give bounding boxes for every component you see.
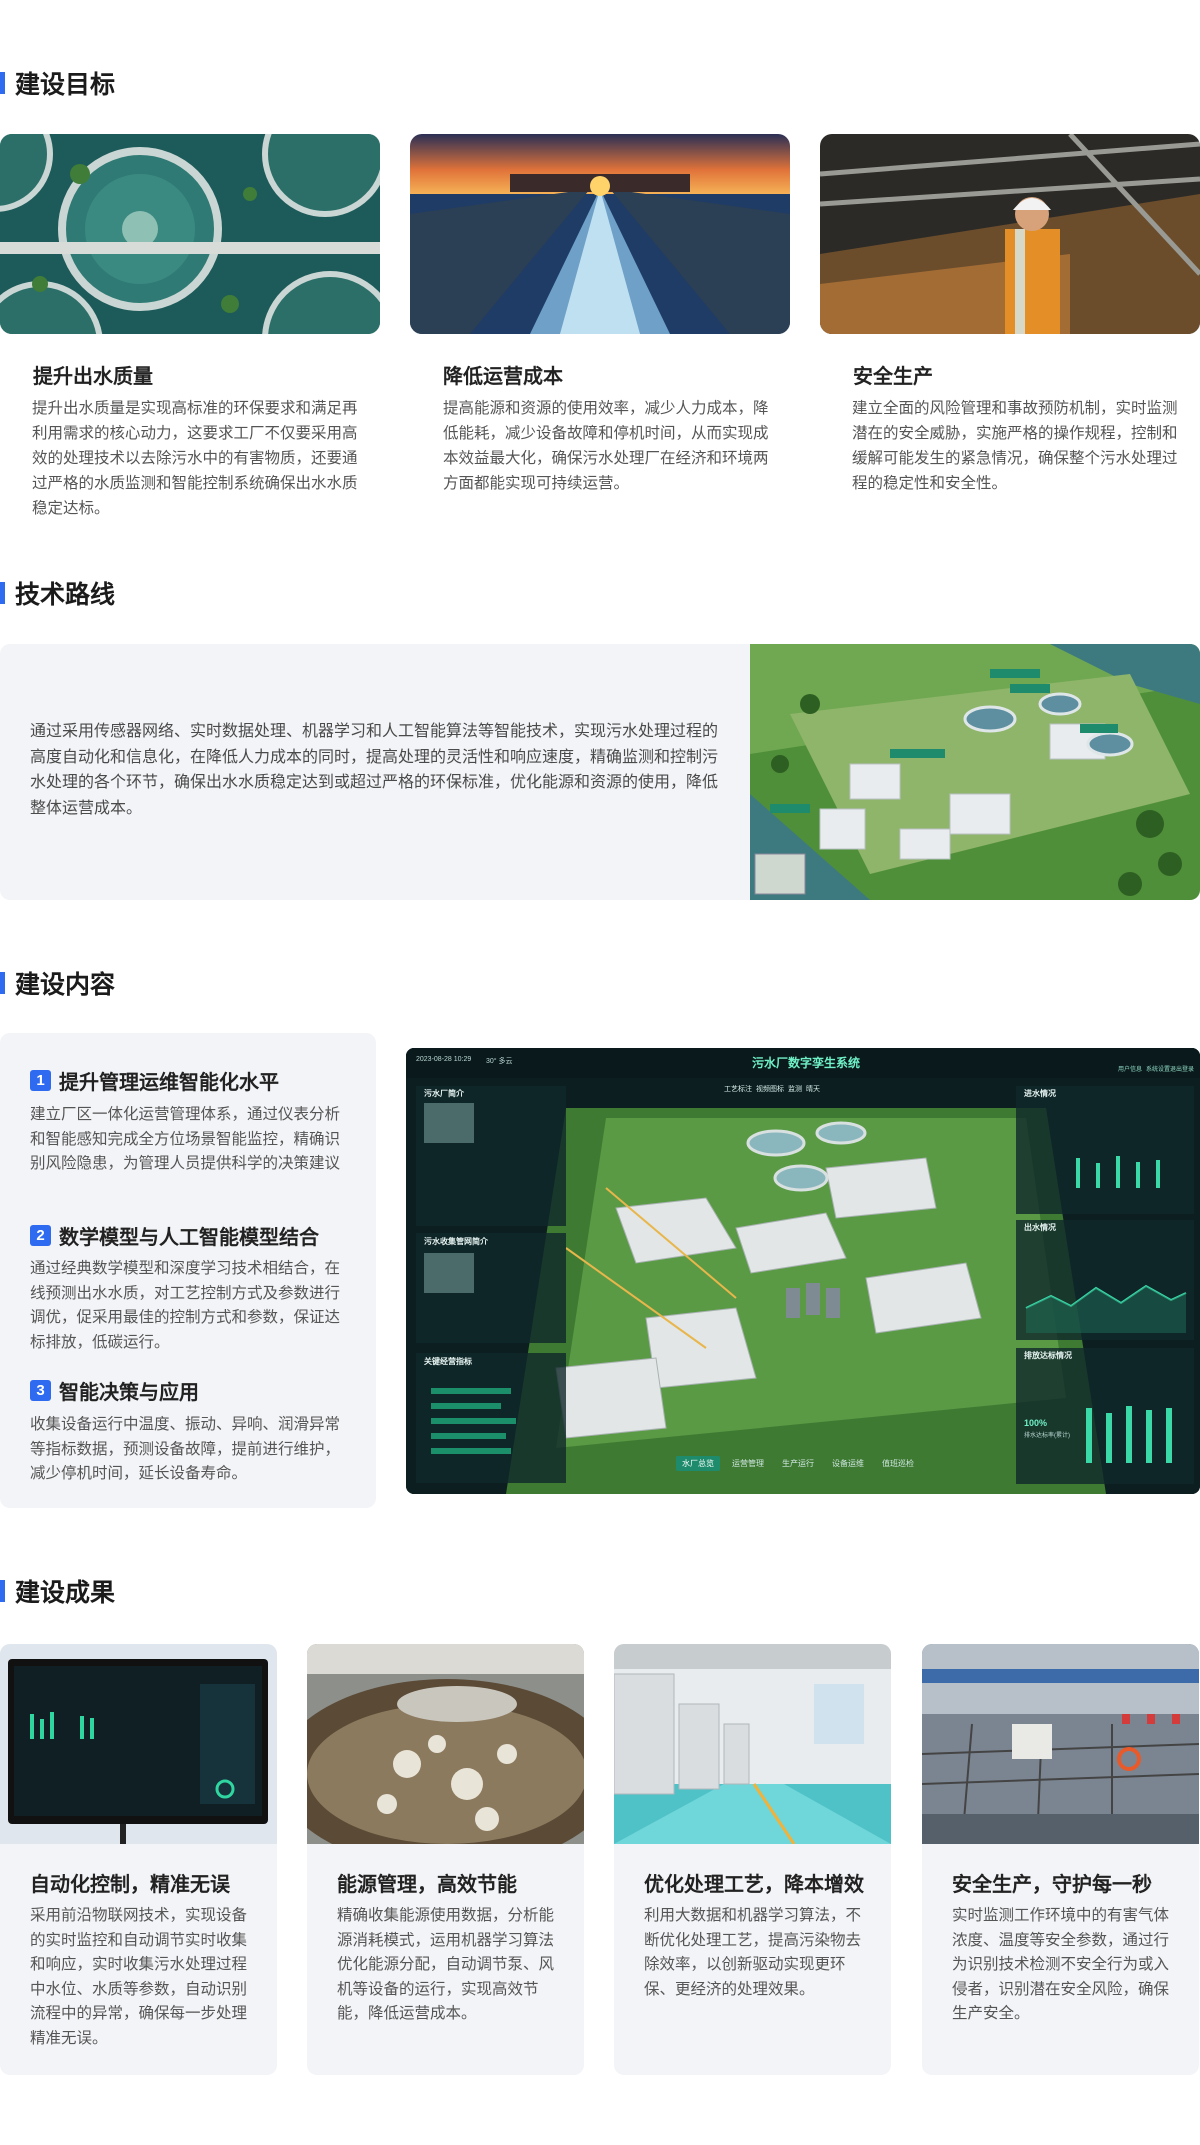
result-image-control-room bbox=[614, 1644, 891, 1845]
panel-title-intro: 污水厂简介 bbox=[424, 1089, 464, 1098]
panel-title-outflow: 出水情况 bbox=[1024, 1223, 1056, 1232]
tab-operation[interactable]: 运营管理 bbox=[726, 1456, 770, 1471]
route-panel: 通过采用传感器网络、实时数据处理、机器学习和人工智能算法等智能技术，实现污水处理… bbox=[0, 644, 1200, 900]
route-3d-plant-image bbox=[750, 644, 1200, 900]
content-panel: 1 提升管理运维智能化水平 建立厂区一体化运营管理体系，通过仪表分析和智能感知完成… bbox=[0, 1033, 376, 1508]
result-image-aeration-tank bbox=[307, 1644, 584, 1869]
system-settings-button[interactable]: 系统设置 bbox=[1146, 1064, 1170, 1073]
content-item-label: 智能决策与应用 bbox=[59, 1382, 199, 1404]
dashboard-weather: 30° 多云 bbox=[486, 1058, 513, 1065]
weather-select[interactable]: 晴天 bbox=[806, 1084, 820, 1094]
result-text: 利用大数据和机器学习算法，不断优化处理工艺，提高污染物去除效率，以创新驱动实现更… bbox=[644, 1907, 862, 1998]
result-title: 能源管理，高效节能 bbox=[337, 1874, 517, 1896]
toggle-video-icon[interactable]: 视频图标 bbox=[756, 1084, 784, 1094]
content-item-text: 建立厂区一体化运营管理体系，通过仪表分析和智能感知完成全方位场景智能监控，精确识… bbox=[30, 1106, 341, 1172]
result-text: 采用前沿物联网技术，实现设备的实时监控和自动调节实时收集和响应，实时收集污水处理… bbox=[30, 1907, 248, 2047]
result-card: 安全生产，守护每一秒 实时监测工作环境中的有害气体浓度、温度等安全参数，通过行为… bbox=[922, 1644, 1199, 2075]
tab-maintenance[interactable]: 设备运维 bbox=[826, 1456, 870, 1471]
section-title-route: 技术路线 bbox=[0, 578, 115, 609]
result-text: 实时监测工作环境中的有害气体浓度、温度等安全参数，通过行为识别技术检测不安全行为… bbox=[952, 1907, 1170, 2022]
goal-text: 建立全面的风险管理和事故预防机制，实时监测潜在的安全威胁，实施严格的操作规程，控… bbox=[852, 400, 1178, 492]
goal-title: 降低运营成本 bbox=[443, 366, 563, 388]
toggle-monitor[interactable]: 监测 bbox=[788, 1084, 802, 1094]
discharge-label: 排水达标率(累计) bbox=[1024, 1433, 1070, 1439]
tab-overview[interactable]: 水厂总览 bbox=[676, 1456, 720, 1471]
content-item-text: 收集设备运行中温度、振动、异响、润滑异常等指标数据，预测设备故障，提前进行维护，… bbox=[30, 1416, 341, 1482]
panel-title-discharge: 排放达标情况 bbox=[1024, 1351, 1072, 1360]
toggle-process-label[interactable]: 工艺标注 bbox=[724, 1084, 752, 1094]
panel-title-network: 污水收集管网简介 bbox=[424, 1237, 488, 1246]
panel-title-indicators: 关键经营指标 bbox=[424, 1357, 472, 1366]
result-card: 优化处理工艺，降本增效 利用大数据和机器学习算法，不断优化处理工艺，提高污染物去… bbox=[614, 1644, 891, 2075]
goal-text: 提高能源和资源的使用效率，减少人力成本，降低能耗，减少设备故障和停机时间，从而实… bbox=[443, 400, 769, 492]
number-badge: 2 bbox=[30, 1225, 51, 1246]
logout-button[interactable]: 退出登录 bbox=[1170, 1064, 1194, 1073]
dashboard-datetime: 2023-08-28 10:29 bbox=[416, 1056, 472, 1063]
user-info-button[interactable]: 用户信息 bbox=[1118, 1064, 1142, 1073]
result-card: 能源管理，高效节能 精确收集能源使用数据，分析能源消耗模式，运用机器学习算法优化… bbox=[307, 1644, 584, 2075]
result-card: 自动化控制，精准无误 采用前沿物联网技术，实现设备的实时监控和自动调节实时收集和… bbox=[0, 1644, 277, 2075]
digital-twin-dashboard: 污水厂数字孪生系统 2023-08-28 10:29 30° 多云 用户信息 系… bbox=[406, 1048, 1200, 1494]
content-item-label: 提升管理运维智能化水平 bbox=[59, 1072, 279, 1094]
goal-title: 安全生产 bbox=[853, 366, 933, 388]
number-badge: 3 bbox=[30, 1380, 51, 1401]
goal-title: 提升出水质量 bbox=[33, 366, 153, 388]
dashboard-tabs: 水厂总览 运营管理 生产运行 设备运维 值班巡检 bbox=[676, 1456, 920, 1471]
goal-text: 提升出水质量是实现高标准的环保要求和满足再利用需求的核心动力，这要求工厂不仅要采… bbox=[32, 400, 358, 517]
content-item-title: 3 智能决策与应用 bbox=[30, 1376, 199, 1405]
tab-production[interactable]: 生产运行 bbox=[776, 1456, 820, 1471]
result-title: 安全生产，守护每一秒 bbox=[952, 1874, 1152, 1896]
discharge-value: 100% bbox=[1024, 1418, 1048, 1428]
route-text: 通过采用传感器网络、实时数据处理、机器学习和人工智能算法等智能技术，实现污水处理… bbox=[30, 723, 719, 817]
result-title: 优化处理工艺，降本增效 bbox=[644, 1874, 864, 1896]
panel-title-inflow: 进水情况 bbox=[1024, 1089, 1056, 1098]
result-title: 自动化控制，精准无误 bbox=[30, 1874, 230, 1896]
content-item-text: 通过经典数学模型和深度学习技术相结合，在线预测出水水质，对工艺控制方式及参数进行… bbox=[30, 1260, 341, 1351]
content-item-title: 1 提升管理运维智能化水平 bbox=[30, 1066, 279, 1095]
goal-image-safety bbox=[820, 134, 1200, 334]
content-item-title: 2 数学模型与人工智能模型结合 bbox=[30, 1221, 319, 1250]
goal-image-water-quality bbox=[0, 134, 380, 334]
dashboard-title: 污水厂数字孪生系统 bbox=[751, 1056, 860, 1070]
content-item-label: 数学模型与人工智能模型结合 bbox=[59, 1227, 319, 1249]
number-badge: 1 bbox=[30, 1070, 51, 1091]
result-image-plant-hall bbox=[922, 1644, 1199, 1845]
tab-patrol[interactable]: 值班巡检 bbox=[876, 1456, 920, 1471]
section-title-results: 建设成果 bbox=[0, 1576, 115, 1607]
result-text: 精确收集能源使用数据，分析能源消耗模式，运用机器学习算法优化能源分配，自动调节泵… bbox=[337, 1907, 555, 2022]
result-image-monitor bbox=[0, 1644, 277, 1844]
section-title-content: 建设内容 bbox=[0, 968, 115, 999]
goal-image-operating-cost bbox=[410, 134, 790, 334]
section-title-goals: 建设目标 bbox=[0, 68, 115, 99]
